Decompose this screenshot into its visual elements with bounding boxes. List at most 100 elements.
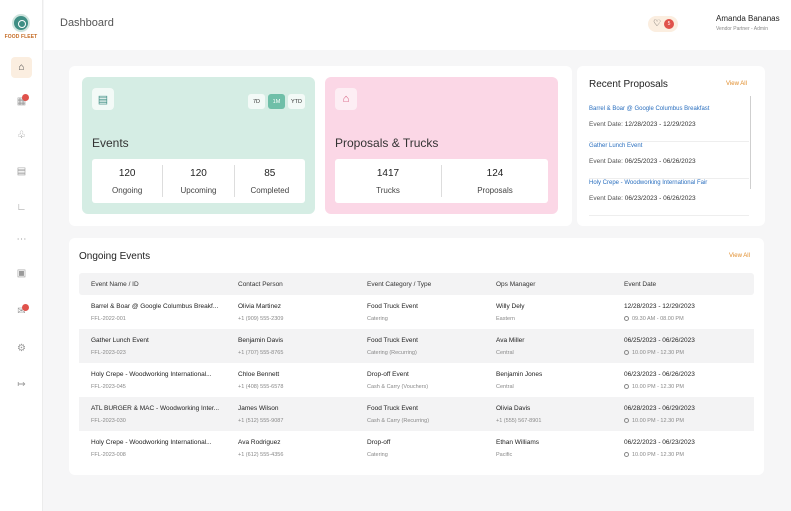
proposal-name-link[interactable]: Holy Crepe - Woodworking International F… — [589, 180, 707, 186]
event-time-row: 10.00 PM - 12.30 PM — [624, 383, 754, 390]
image-icon: ▣ — [16, 268, 27, 279]
contact-name: Chloe Bennett — [238, 370, 280, 378]
proposal-date: Event Date: 12/28/2023 - 12/29/2023 — [589, 121, 696, 128]
logout-icon: ↦ — [17, 379, 26, 390]
event-category: Drop-off — [367, 438, 391, 446]
sidebar-item-tools[interactable]: ∟ — [11, 197, 32, 218]
event-type: Cash & Carry (Recurring) — [367, 417, 430, 424]
proposal-date: Event Date: 06/23/2023 - 06/26/2023 — [589, 195, 696, 202]
ongoing-events-title: Ongoing Events — [79, 251, 151, 262]
view-all-events-link[interactable]: View All — [729, 253, 750, 259]
contact-phone: +1 (909) 555-2309 — [238, 315, 284, 322]
manager-detail: Central — [496, 383, 514, 390]
events-stats: 120 Ongoing 120 Upcoming 85 Completed — [92, 159, 305, 203]
table-row[interactable]: ATL BURGER & MAC - Woodworking Inter... F… — [79, 397, 754, 431]
range-7d-button[interactable]: 7D — [248, 94, 265, 109]
contact-name: Ava Rodriguez — [238, 438, 281, 446]
event-name[interactable]: Barrel & Boar @ Google Columbus Breakf..… — [91, 303, 238, 310]
event-type: Catering (Recurring) — [367, 349, 417, 356]
stat-ongoing: 120 Ongoing — [92, 159, 162, 203]
range-ytd-button[interactable]: YTD — [288, 94, 305, 109]
stat-completed: 85 Completed — [233, 165, 305, 197]
user-name[interactable]: Amanda Bananas — [716, 14, 780, 23]
chart-icon: ∟ — [16, 202, 27, 213]
notifications-button[interactable]: ♡ 5 — [648, 16, 678, 32]
sidebar-item-logout[interactable]: ↦ — [11, 374, 32, 395]
column-header[interactable]: Event Date — [624, 281, 754, 288]
column-header[interactable]: Ops Manager — [496, 281, 624, 288]
event-time-row: 10.00 PM - 12.30 PM — [624, 451, 754, 458]
storefront-icon: ⌂ — [335, 88, 357, 110]
range-selector: 7D 1M YTD — [248, 94, 305, 109]
event-time-row: 09.30 AM - 08.00 PM — [624, 315, 754, 322]
proposals-card: ⌂ Proposals & Trucks 1417 Trucks 124 Pro… — [325, 77, 558, 214]
event-name-cell: Gather Lunch Event FFL-2023-023 — [79, 337, 238, 356]
event-id: FFL-2023-045 — [91, 383, 126, 390]
scrollbar[interactable] — [750, 96, 751, 189]
list-item[interactable]: Holy Crepe - Woodworking International F… — [589, 180, 749, 216]
sidebar-item-home[interactable]: ⌂ — [11, 57, 32, 78]
view-all-proposals-link[interactable]: View All — [726, 81, 747, 87]
sidebar-item-messages[interactable]: ✉ — [11, 301, 32, 322]
proposals-stats: 1417 Trucks 124 Proposals — [335, 159, 548, 203]
column-header[interactable]: Contact Person — [238, 281, 367, 288]
calendar-icon: ▤ — [92, 88, 114, 110]
event-name-cell: Holy Crepe - Woodworking International..… — [79, 439, 238, 458]
event-id: FFL-2023-008 — [91, 451, 126, 458]
event-name[interactable]: Gather Lunch Event — [91, 337, 238, 344]
list-item[interactable]: Barrel & Boar @ Google Columbus Breakfas… — [589, 106, 749, 142]
event-type: Catering — [367, 451, 388, 458]
recent-proposals-title: Recent Proposals — [589, 79, 668, 90]
proposal-date: Event Date: 06/25/2023 - 06/26/2023 — [589, 158, 696, 165]
event-time: 10.00 PM - 12.30 PM — [632, 417, 684, 424]
range-1m-button[interactable]: 1M — [268, 94, 285, 109]
bell-icon: ♡ — [653, 18, 662, 28]
sidebar-item-gallery[interactable]: ▣ — [11, 263, 32, 284]
sidebar-item-settings[interactable]: ⚙ — [11, 338, 32, 359]
event-category: Food Truck Event — [367, 336, 418, 344]
page-title: Dashboard — [60, 17, 114, 29]
table-row[interactable]: Barrel & Boar @ Google Columbus Breakf..… — [79, 295, 754, 329]
notification-count: 5 — [664, 19, 674, 29]
date-cell: 06/23/2023 - 06/26/2023 10.00 PM - 12.30 … — [624, 371, 754, 390]
clock-icon — [624, 349, 629, 355]
manager-cell: Benjamin Jones Central — [496, 371, 624, 390]
event-category: Drop-off Event — [367, 370, 409, 378]
notification-dot — [22, 94, 29, 101]
stat-proposals: 124 Proposals — [441, 165, 548, 197]
proposal-name-link[interactable]: Barrel & Boar @ Google Columbus Breakfas… — [589, 106, 709, 112]
document-icon: ▤ — [16, 166, 27, 177]
table-row[interactable]: Holy Crepe - Woodworking International..… — [79, 363, 754, 397]
stat-label: Ongoing — [112, 185, 143, 195]
logo[interactable]: FOOD FLEET — [3, 14, 39, 40]
sidebar-item-trophy[interactable]: ♧ — [11, 125, 32, 146]
event-time: 10.00 PM - 12.30 PM — [632, 383, 684, 390]
event-type: Cash & Carry (Vouchers) — [367, 383, 429, 390]
event-category: Food Truck Event — [367, 302, 418, 310]
column-header[interactable]: Event Category / Type — [367, 281, 496, 288]
column-header[interactable]: Event Name / ID — [79, 281, 238, 288]
event-time-row: 10.00 PM - 12.30 PM — [624, 417, 754, 424]
category-cell: Food Truck Event Catering — [367, 303, 496, 322]
event-time: 10.00 PM - 12.30 PM — [632, 451, 684, 458]
contact-name: Olivia Martinez — [238, 302, 281, 310]
table-row[interactable]: Holy Crepe - Woodworking International..… — [79, 431, 754, 465]
event-name[interactable]: Holy Crepe - Woodworking International..… — [91, 439, 238, 446]
contact-cell: James Wilson +1 (512) 555-9087 — [238, 405, 367, 424]
date-label: Event Date: — [589, 195, 623, 202]
ongoing-events-panel: Ongoing Events View All Event Name / ID … — [69, 238, 764, 475]
contact-cell: Chloe Bennett +1 (408) 555-6578 — [238, 371, 367, 390]
proposals-card-title: Proposals & Trucks — [335, 136, 439, 150]
event-name-cell: Holy Crepe - Woodworking International..… — [79, 371, 238, 390]
table-row[interactable]: Gather Lunch Event FFL-2023-023 Benjamin D… — [79, 329, 754, 363]
contact-cell: Ava Rodriguez +1 (612) 555-4356 — [238, 439, 367, 458]
contact-phone: +1 (707) 555-8765 — [238, 349, 284, 356]
list-item[interactable]: Gather Lunch Event Event Date: 06/25/202… — [589, 143, 749, 179]
proposal-name-link[interactable]: Gather Lunch Event — [589, 143, 642, 149]
sidebar-item-users[interactable]: ⋯ — [11, 229, 32, 250]
date-cell: 06/25/2023 - 06/26/2023 10.00 PM - 12.30 … — [624, 337, 754, 356]
sidebar-item-calendar[interactable]: ▦ — [11, 91, 32, 112]
event-name[interactable]: Holy Crepe - Woodworking International..… — [91, 371, 238, 378]
sidebar-item-documents[interactable]: ▤ — [11, 161, 32, 182]
event-name[interactable]: ATL BURGER & MAC - Woodworking Inter... — [91, 405, 238, 412]
